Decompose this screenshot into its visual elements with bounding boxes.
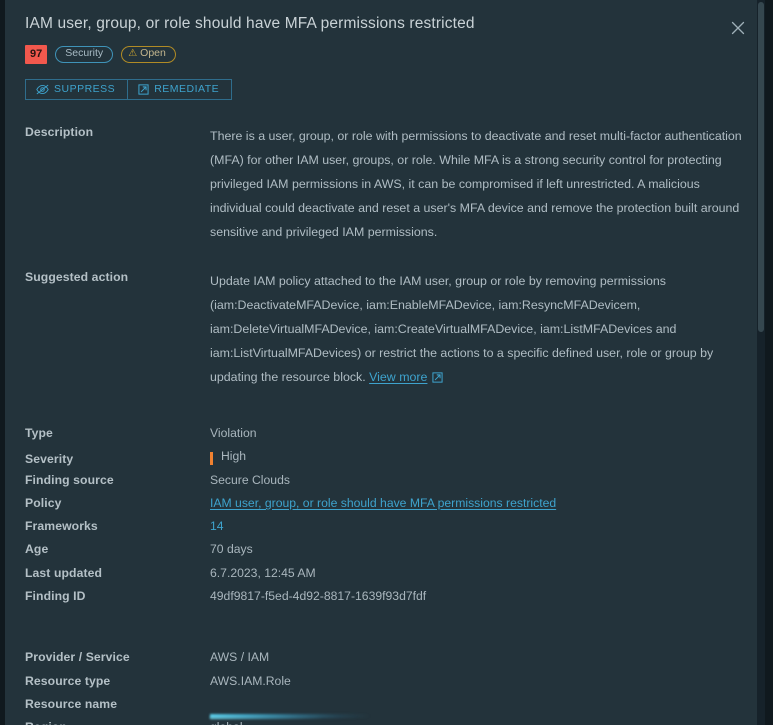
frameworks-label: Frameworks bbox=[25, 519, 98, 534]
description-text: There is a user, group, or role with per… bbox=[210, 129, 742, 239]
detail-row-severity: Severity High bbox=[25, 445, 745, 468]
description-row: Description There is a user, group, or r… bbox=[25, 100, 745, 244]
remediate-button[interactable]: REMEDIATE bbox=[128, 79, 233, 100]
description-label: Description bbox=[25, 125, 94, 139]
view-more-link[interactable]: View more bbox=[369, 370, 427, 384]
scrollbar-thumb[interactable] bbox=[758, 2, 764, 332]
detail-row-resource-name: Resource name bbox=[25, 693, 745, 719]
resource-type-label: Resource type bbox=[25, 673, 111, 688]
external-link-icon bbox=[138, 83, 149, 95]
description-value: There is a user, group, or role with per… bbox=[210, 124, 745, 244]
detail-row-policy: Policy IAM user, group, or role should h… bbox=[25, 492, 745, 515]
detail-row-last-updated: Last updated 6.7.2023, 12:45 AM bbox=[25, 562, 745, 585]
detail-row-provider-service: Provider / Service AWS / IAM bbox=[25, 646, 745, 669]
detail-row-resource-type: Resource type AWS.IAM.Role bbox=[25, 670, 745, 693]
suppress-button[interactable]: SUPPRESS bbox=[25, 79, 129, 100]
panel-content: Description There is a user, group, or r… bbox=[5, 100, 765, 725]
finding-id-value: 49df9817-f5ed-4d92-8817-1639f93d7fdf bbox=[210, 589, 427, 604]
external-link-icon bbox=[432, 367, 444, 391]
last-updated-label: Last updated bbox=[25, 565, 103, 580]
suggested-action-text: Update IAM policy attached to the IAM us… bbox=[210, 269, 745, 391]
severity-value-label: High bbox=[221, 449, 247, 464]
type-value: Violation bbox=[210, 426, 257, 440]
suppress-button-label: SUPPRESS bbox=[54, 83, 116, 95]
finding-detail-panel: IAM user, group, or role should have MFA… bbox=[5, 0, 765, 725]
category-badge: Security bbox=[55, 45, 114, 63]
remediate-button-label: REMEDIATE bbox=[154, 83, 220, 95]
close-icon[interactable] bbox=[727, 17, 749, 39]
detail-row-finding-source: Finding source Secure Clouds bbox=[25, 469, 745, 492]
region-label: Region bbox=[25, 716, 210, 725]
frameworks-link[interactable]: 14 bbox=[210, 519, 224, 533]
resource-details-group: Provider / Service AWS / IAM Resource ty… bbox=[25, 608, 745, 725]
suggested-action-value: Update IAM policy attached to the IAM us… bbox=[210, 269, 745, 391]
detail-row-frameworks: Frameworks 14 bbox=[25, 515, 745, 538]
badge-group: 97 Security ⚠ Open bbox=[25, 44, 745, 64]
provider-service-label: Provider / Service bbox=[25, 650, 130, 665]
panel-header: IAM user, group, or role should have MFA… bbox=[5, 0, 765, 64]
suggested-action-row: Suggested action Update IAM policy attac… bbox=[25, 244, 745, 391]
detail-row-age: Age 70 days bbox=[25, 538, 745, 561]
resource-name-label: Resource name bbox=[25, 696, 118, 711]
detail-row-finding-id: Finding ID 49df9817-f5ed-4d92-8817-1639f… bbox=[25, 585, 745, 608]
detail-row-type: Type Violation bbox=[25, 422, 745, 445]
age-label: Age bbox=[25, 542, 49, 557]
last-updated-value: 6.7.2023, 12:45 AM bbox=[210, 565, 316, 580]
severity-indicator-bar bbox=[210, 452, 213, 466]
frameworks-value: 14 bbox=[210, 515, 745, 538]
finding-id-label: Finding ID bbox=[25, 589, 86, 604]
type-label: Type bbox=[25, 426, 53, 440]
category-badge-label: Security bbox=[65, 47, 104, 60]
risk-score-badge: 97 bbox=[25, 44, 48, 64]
resource-type-value: AWS.IAM.Role bbox=[210, 673, 291, 688]
finding-source-label: Finding source bbox=[25, 472, 114, 487]
policy-value: IAM user, group, or role should have MFA… bbox=[210, 492, 745, 515]
status-badge: ⚠ Open bbox=[121, 45, 176, 63]
finding-source-value: Secure Clouds bbox=[210, 472, 290, 487]
page-title: IAM user, group, or role should have MFA… bbox=[25, 15, 475, 32]
finding-details-group: Type Violation Severity High Finding sou… bbox=[25, 391, 745, 608]
action-button-group: SUPPRESS REMEDIATE bbox=[25, 79, 233, 100]
policy-link[interactable]: IAM user, group, or role should have MFA… bbox=[210, 496, 556, 510]
suggested-action-label: Suggested action bbox=[25, 270, 129, 284]
provider-service-value: AWS / IAM bbox=[210, 650, 270, 665]
suggested-action-body: Update IAM policy attached to the IAM us… bbox=[210, 274, 714, 384]
status-badge-label: Open bbox=[140, 47, 166, 60]
detail-row-region: Region global bbox=[25, 716, 745, 725]
age-value: 70 days bbox=[210, 542, 253, 557]
eye-off-icon bbox=[36, 84, 49, 95]
warning-triangle-icon: ⚠ bbox=[128, 47, 138, 59]
vertical-scrollbar[interactable] bbox=[757, 0, 765, 725]
policy-label: Policy bbox=[25, 495, 62, 510]
